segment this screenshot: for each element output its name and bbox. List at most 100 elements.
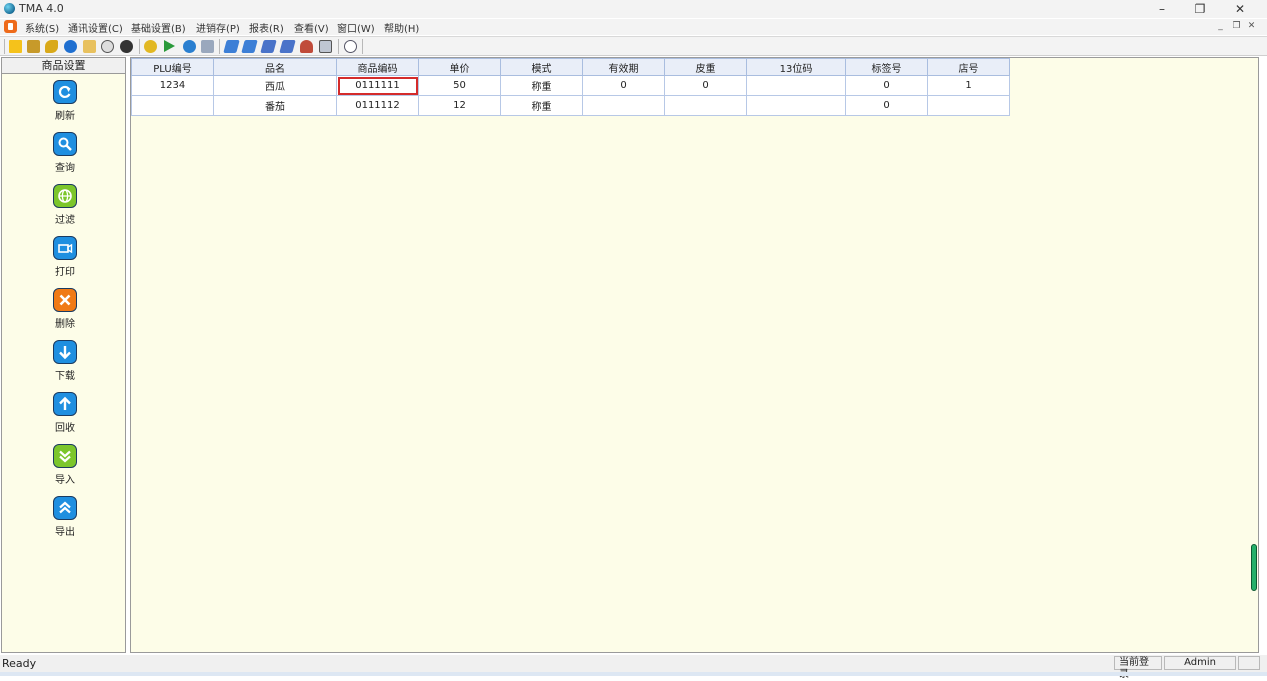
cell-tare[interactable]: 0 [664,75,747,96]
refresh-button[interactable]: 刷新 [48,80,82,126]
delete-button[interactable]: 删除 [48,288,82,334]
download-button[interactable]: 下载 [48,340,82,386]
export-chevrons-icon [53,496,77,520]
column-header-code[interactable]: 商品编码 [336,58,419,76]
minimize-button[interactable]: – [1142,0,1182,18]
download-label: 下载 [55,371,75,382]
cell-tare[interactable] [664,95,747,116]
column-header-plu[interactable]: PLU编号 [131,58,214,76]
barcode-icon[interactable] [319,40,332,53]
import-label: 导入 [55,475,75,486]
cell-store-no[interactable] [927,95,1010,116]
key-icon[interactable] [45,40,58,53]
cell-ean13[interactable] [746,75,846,96]
taskbar-edge [0,672,1267,676]
table-row[interactable]: 1234 西瓜 0111111 50 称重 0 0 0 1 [131,75,1010,96]
star-icon[interactable] [9,40,22,53]
menu-window[interactable]: 窗口(W) [337,20,375,35]
cell-label-no[interactable]: 0 [845,95,928,116]
filter-label: 过滤 [55,215,75,226]
sync-icon[interactable] [183,40,196,53]
cell-price[interactable]: 12 [418,95,501,116]
column-header-price[interactable]: 单价 [418,58,501,76]
cell-code[interactable]: 0111111 [336,75,419,96]
column-header-expiry[interactable]: 有效期 [582,58,665,76]
column-header-store-no[interactable]: 店号 [927,58,1010,76]
import-chevrons-icon [53,444,77,468]
cell-ean13[interactable] [746,95,846,116]
document-icon[interactable] [83,40,96,53]
flag-icon[interactable] [27,40,40,53]
delete-label: 删除 [55,319,75,330]
scale-receive-icon[interactable] [260,40,277,53]
recall-button[interactable]: 回收 [48,392,82,438]
toolbar-separator [4,39,5,54]
column-header-tare[interactable]: 皮重 [664,58,747,76]
child-minimize-button[interactable]: _ [1215,21,1226,32]
clock-icon[interactable] [101,40,114,53]
info-icon[interactable] [64,40,77,53]
cell-store-no[interactable]: 1 [927,75,1010,96]
side-panel-title: 商品设置 [2,58,125,74]
app-logo-icon [4,3,15,14]
menu-inventory[interactable]: 进销存(P) [196,20,240,35]
cell-plu[interactable]: 1234 [131,75,214,96]
close-button[interactable]: ✕ [1220,0,1260,18]
document-menu-icon[interactable] [4,20,17,33]
cell-expiry[interactable]: 0 [582,75,665,96]
column-header-ean13[interactable]: 13位码 [746,58,846,76]
column-header-mode[interactable]: 模式 [500,58,583,76]
current-login-label: 当前登录 [1114,656,1162,680]
cell-price[interactable]: 50 [418,75,501,96]
menu-bar: 系统(S) 通讯设置(C) 基础设置(B) 进销存(P) 报表(R) 查看(V)… [0,19,1267,35]
play-icon[interactable] [164,40,175,52]
chart-icon[interactable] [300,40,313,53]
help-icon[interactable] [344,40,357,53]
print-button[interactable]: 打印 [48,236,82,282]
search-icon [53,132,77,156]
gear-icon[interactable] [144,40,157,53]
menu-reports[interactable]: 报表(R) [249,20,284,35]
menu-view[interactable]: 查看(V) [294,20,329,35]
status-text: Ready [2,657,37,670]
filter-button[interactable]: 过滤 [48,184,82,230]
cell-mode[interactable]: 称重 [500,95,583,116]
restore-button[interactable]: ❐ [1180,0,1220,18]
import-button[interactable]: 导入 [48,444,82,490]
child-close-button[interactable]: ✕ [1246,21,1257,32]
filter-globe-icon [53,184,77,208]
child-restore-button[interactable]: ❐ [1231,21,1242,32]
cell-label-no[interactable]: 0 [845,75,928,96]
export-button[interactable]: 导出 [48,496,82,542]
scale-icon[interactable] [223,40,240,53]
cell-plu[interactable] [131,95,214,116]
column-header-label-no[interactable]: 标签号 [845,58,928,76]
export-label: 导出 [55,527,75,538]
scale-send-icon[interactable] [241,40,258,53]
cell-code[interactable]: 0111112 [336,95,419,116]
query-label: 查询 [55,163,75,174]
query-button[interactable]: 查询 [48,132,82,178]
upload-arrow-icon [53,392,77,416]
cell-mode[interactable]: 称重 [500,75,583,96]
table-row[interactable]: 番茄 0111112 12 称重 0 [131,95,1010,116]
print-label: 打印 [55,267,75,278]
menu-help[interactable]: 帮助(H) [384,20,419,35]
toolbar [0,36,1267,56]
database-icon[interactable] [201,40,214,53]
refresh-label: 刷新 [55,111,75,122]
cell-name[interactable]: 西瓜 [213,75,337,96]
cell-name[interactable]: 番茄 [213,95,337,116]
menu-communication[interactable]: 通讯设置(C) [68,20,123,35]
refresh-icon [53,80,77,104]
status-pane-empty [1238,656,1260,670]
side-scroll-handle[interactable] [1251,544,1257,591]
print-icon [53,236,77,260]
menu-basic-settings[interactable]: 基础设置(B) [131,20,186,35]
tools-icon[interactable] [120,40,133,53]
toolbar-separator [139,39,140,54]
cell-expiry[interactable] [582,95,665,116]
scale-check-icon[interactable] [279,40,296,53]
menu-system[interactable]: 系统(S) [25,20,59,35]
column-header-name[interactable]: 品名 [213,58,337,76]
